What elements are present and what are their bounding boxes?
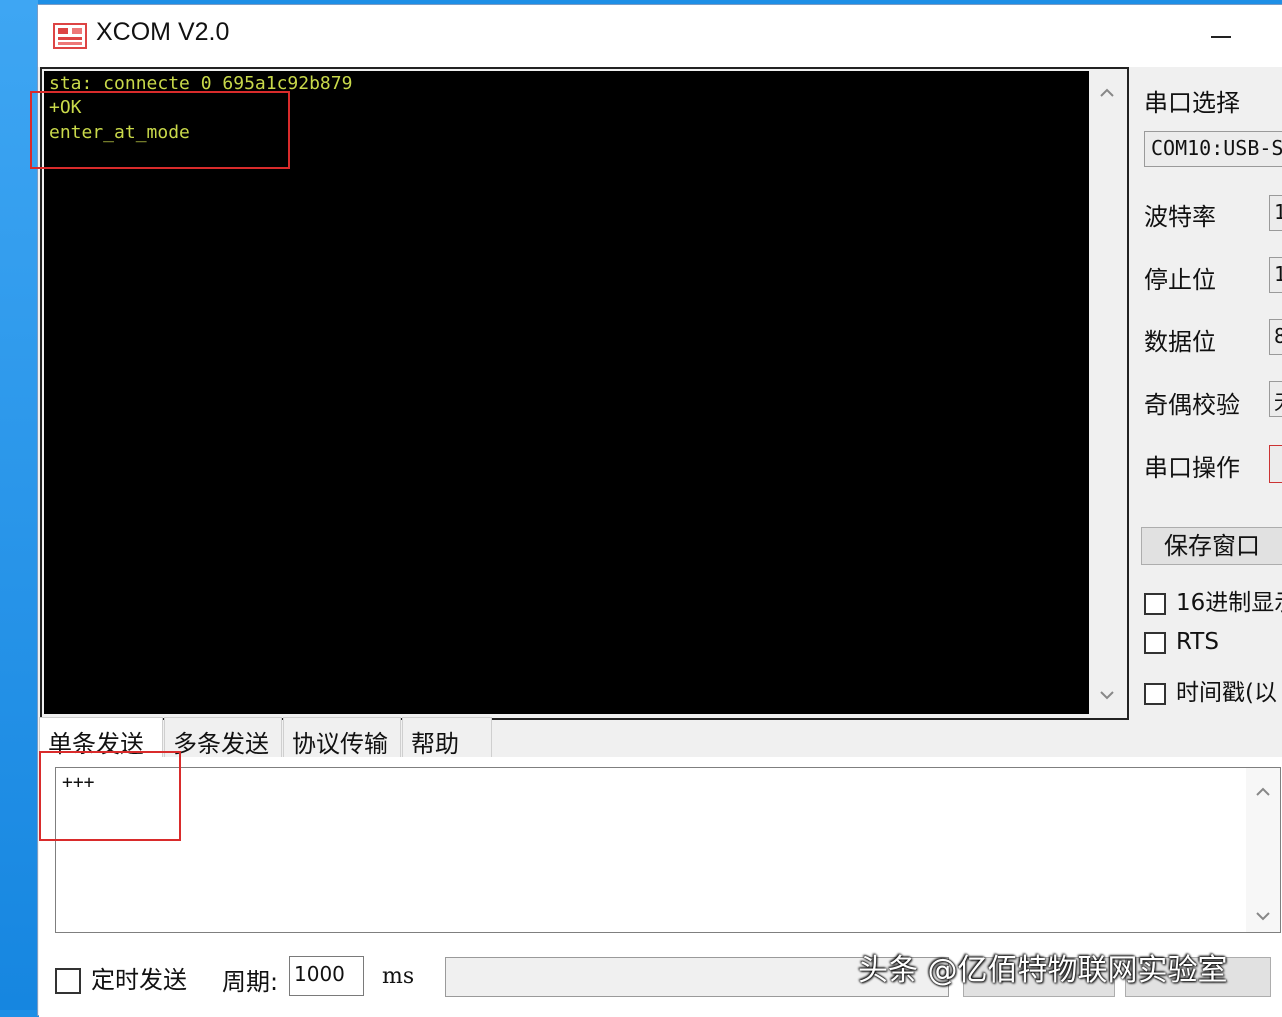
timed-send-checkbox[interactable] [55,968,81,994]
receive-scrollbar[interactable] [1091,71,1123,714]
tab-multi-send[interactable]: 多条发送 [164,717,282,759]
stopbits-label: 停止位 [1144,266,1216,294]
highlight-box-response [30,91,290,169]
minimize-icon [1211,36,1231,38]
tab-protocol[interactable]: 协议传输 [283,717,401,759]
period-input[interactable]: 1000 [289,956,364,996]
send-input[interactable]: +++ [55,767,1281,933]
port-select[interactable]: COM10:USB-S [1144,131,1282,167]
app-logo-icon [53,23,87,49]
highlight-box-send [39,751,181,841]
period-unit: ms [382,964,415,989]
stopbits-select[interactable]: 1 [1269,257,1282,293]
hex-display-checkbox[interactable] [1144,592,1166,615]
baud-label: 波特率 [1144,203,1216,231]
timed-send-label: 定时发送 [91,966,187,994]
scroll-down-icon[interactable] [1253,906,1273,926]
rts-checkbox[interactable] [1144,631,1166,654]
scroll-up-icon[interactable] [1253,782,1273,802]
xcom-window: XCOM V2.0 sta: connecte 0 695a1c92b879 +… [30,4,1282,1017]
baud-select[interactable]: 1 [1269,195,1282,231]
timed-send-option[interactable]: 定时发送 [55,960,187,995]
rts-label: RTS [1176,629,1219,655]
hex-display-option[interactable]: 16进制显示 [1144,583,1282,617]
minimize-button[interactable] [1198,19,1244,53]
open-port-button[interactable] [1269,445,1282,483]
operation-label: 串口操作 [1144,454,1240,482]
hex-display-label: 16进制显示 [1176,590,1282,616]
parity-select[interactable]: 无 [1269,381,1282,417]
scroll-down-icon[interactable] [1097,685,1117,705]
rts-option[interactable]: RTS [1144,629,1219,655]
databits-select[interactable]: 8 [1269,319,1282,355]
timestamp-checkbox[interactable] [1144,682,1166,705]
watermark-text: 头条 @亿佰特物联网实验室 [858,953,1228,988]
timestamp-option[interactable]: 时间戳(以 [1144,673,1277,707]
port-label: 串口选择 [1144,89,1240,117]
title-bar[interactable]: XCOM V2.0 [38,5,1282,67]
tab-help[interactable]: 帮助 [402,717,492,759]
databits-label: 数据位 [1144,328,1216,356]
save-window-button[interactable]: 保存窗口 [1141,527,1282,565]
settings-panel: 串口选择 COM10:USB-S 波特率 1 停止位 1 数据位 8 奇偶校验 … [1138,67,1282,767]
send-scrollbar[interactable] [1246,768,1280,932]
parity-label: 奇偶校验 [1144,391,1240,419]
timestamp-label: 时间戳(以 [1176,680,1277,706]
period-label: 周期: [222,968,279,996]
scroll-up-icon[interactable] [1097,83,1117,103]
window-title: XCOM V2.0 [96,18,230,46]
